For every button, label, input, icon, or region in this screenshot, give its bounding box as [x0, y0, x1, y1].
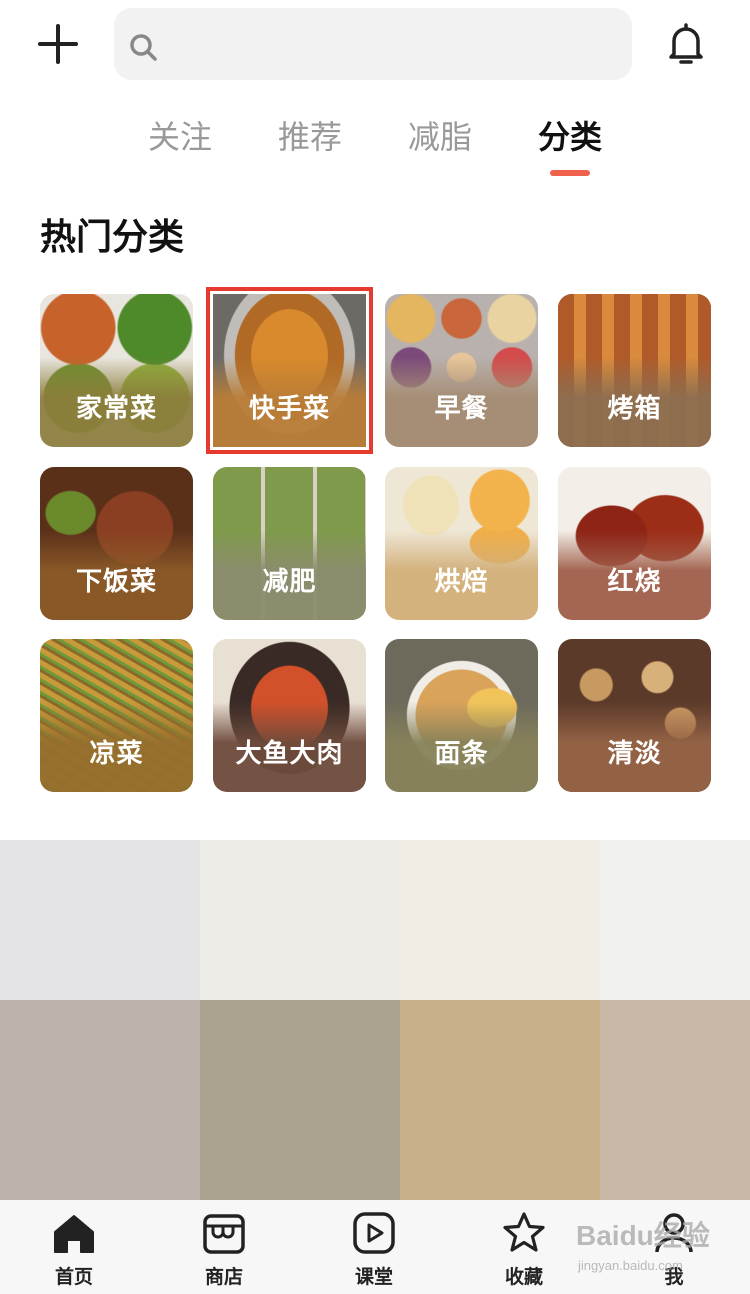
- shop-icon: [203, 1214, 245, 1254]
- add-button[interactable]: [34, 20, 82, 68]
- category-label: 面条: [434, 739, 489, 769]
- placeholder-block: [600, 840, 750, 1000]
- search-icon: [130, 34, 157, 61]
- category-label: 大鱼大肉: [235, 739, 344, 769]
- placeholder-block: [200, 1000, 400, 1200]
- category-tile[interactable]: 清淡: [558, 639, 711, 792]
- tab-follow[interactable]: 关注: [132, 112, 228, 158]
- watermark-url: jingyan.baidu.com: [578, 1258, 683, 1273]
- nav-label: 商店: [204, 1266, 243, 1288]
- category-label: 红烧: [607, 567, 662, 597]
- placeholder-block: [0, 840, 200, 1000]
- placeholder-block: [400, 1000, 600, 1200]
- nav-label: 课堂: [354, 1266, 393, 1288]
- category-tile[interactable]: 早餐: [385, 294, 538, 447]
- category-label: 清淡: [607, 739, 662, 769]
- nav-home[interactable]: 首页: [24, 1210, 124, 1289]
- category-tile[interactable]: 大鱼大肉: [213, 639, 366, 792]
- placeholder-block: [600, 1000, 750, 1200]
- category-tile[interactable]: 凉菜: [40, 639, 193, 792]
- search-input[interactable]: [166, 18, 626, 70]
- section-title: 热门分类: [40, 217, 185, 258]
- home-icon: [54, 1215, 94, 1253]
- category-tile[interactable]: 红烧: [558, 467, 711, 620]
- watermark: Baidu经验: [576, 1220, 710, 1251]
- notification-bell-icon[interactable]: [660, 18, 712, 70]
- category-tile[interactable]: 家常菜: [40, 294, 193, 447]
- category-tile-selected[interactable]: 快手菜: [206, 287, 373, 454]
- tab-fat-loss[interactable]: 减脂: [392, 112, 488, 158]
- nav-label: 收藏: [504, 1266, 543, 1288]
- nav-shop[interactable]: 商店: [174, 1210, 274, 1289]
- category-label: 烤箱: [607, 394, 662, 424]
- category-tile[interactable]: 面条: [385, 639, 538, 792]
- category-label: 减肥: [262, 567, 317, 597]
- nav-favorites[interactable]: 收藏: [474, 1210, 574, 1289]
- category-label: 烘焙: [434, 567, 489, 597]
- placeholder-block: [0, 1000, 200, 1200]
- active-tab-indicator: [550, 170, 590, 176]
- nav-classroom[interactable]: 课堂: [324, 1210, 424, 1289]
- category-tile[interactable]: 下饭菜: [40, 467, 193, 620]
- category-tile[interactable]: 烘焙: [385, 467, 538, 620]
- category-label: 早餐: [434, 394, 489, 424]
- category-label: 凉菜: [89, 739, 144, 769]
- category-label: 快手菜: [248, 394, 330, 424]
- tab-bar: 关注 推荐 减脂 分类: [0, 108, 750, 178]
- star-icon: [503, 1212, 545, 1252]
- top-bar: [0, 0, 750, 92]
- category-label: 家常菜: [75, 394, 157, 424]
- category-label: 下饭菜: [75, 567, 157, 597]
- tab-recommend[interactable]: 推荐: [262, 112, 358, 158]
- search-bar[interactable]: [114, 8, 632, 80]
- category-tile[interactable]: 减肥: [213, 467, 366, 620]
- placeholder-block: [200, 840, 400, 1000]
- placeholder-block: [400, 840, 600, 1000]
- placeholder-blocks: [0, 840, 750, 1200]
- tab-category[interactable]: 分类: [522, 112, 618, 158]
- category-tile[interactable]: 烤箱: [558, 294, 711, 447]
- nav-label: 首页: [54, 1266, 93, 1288]
- play-icon: [353, 1212, 395, 1254]
